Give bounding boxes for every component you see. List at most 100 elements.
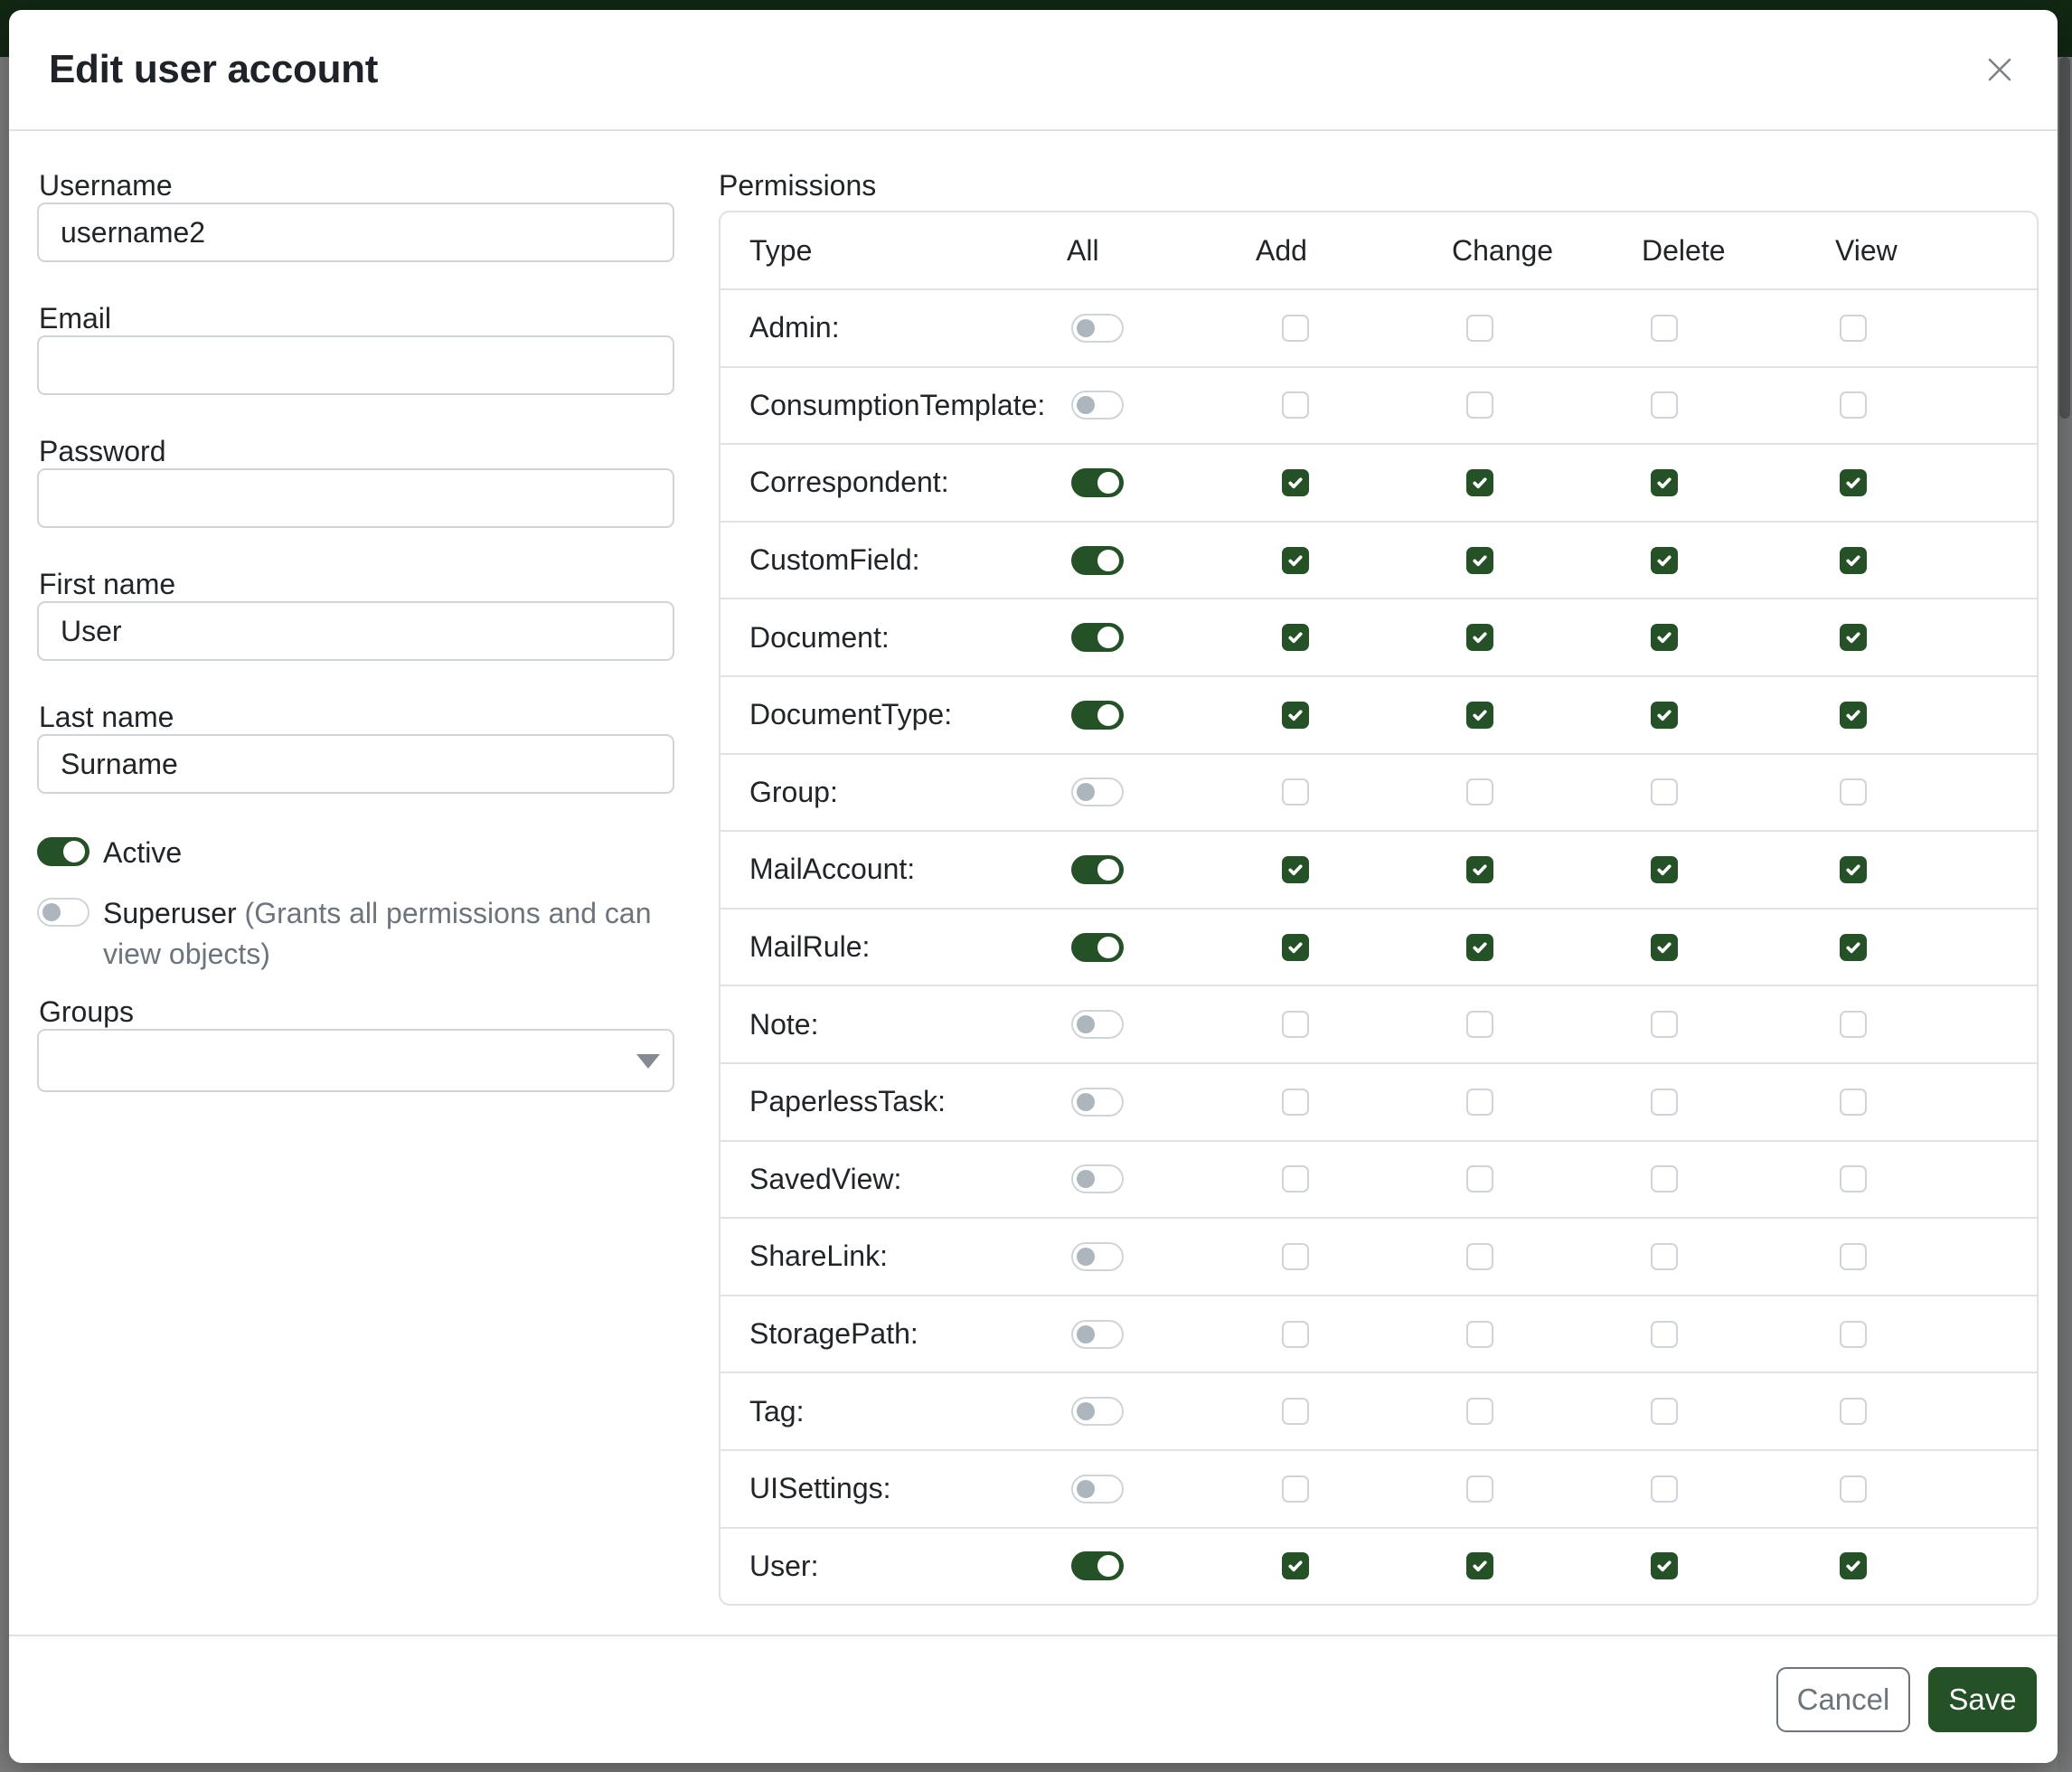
permission-delete-checkbox[interactable] xyxy=(1651,1398,1678,1425)
permission-all-toggle[interactable] xyxy=(1071,1088,1124,1117)
permission-change-checkbox[interactable] xyxy=(1466,778,1493,806)
permission-delete-checkbox[interactable] xyxy=(1651,391,1678,419)
permission-type-label: StoragePath: xyxy=(749,1317,918,1351)
permission-delete-checkbox[interactable] xyxy=(1651,1321,1678,1348)
permission-change-checkbox[interactable] xyxy=(1466,702,1493,729)
username-input[interactable] xyxy=(37,203,674,262)
permission-add-checkbox[interactable] xyxy=(1282,934,1309,961)
superuser-toggle[interactable] xyxy=(37,898,89,927)
permission-delete-checkbox[interactable] xyxy=(1651,1552,1678,1579)
permission-add-checkbox[interactable] xyxy=(1282,1011,1309,1038)
email-field-group: Email xyxy=(37,301,674,395)
permission-all-toggle[interactable] xyxy=(1071,314,1124,343)
permission-delete-checkbox[interactable] xyxy=(1651,1165,1678,1192)
permission-all-toggle[interactable] xyxy=(1071,468,1124,497)
permission-view-checkbox[interactable] xyxy=(1840,1552,1867,1579)
permission-delete-checkbox[interactable] xyxy=(1651,315,1678,342)
permission-change-checkbox[interactable] xyxy=(1466,1165,1493,1192)
permission-all-toggle[interactable] xyxy=(1071,391,1124,419)
permission-add-checkbox[interactable] xyxy=(1282,1552,1309,1579)
permission-all-toggle[interactable] xyxy=(1071,1551,1124,1580)
permission-change-checkbox[interactable] xyxy=(1466,1243,1493,1270)
permission-all-toggle[interactable] xyxy=(1071,1320,1124,1349)
permission-view-checkbox[interactable] xyxy=(1840,1475,1867,1503)
permission-delete-checkbox[interactable] xyxy=(1651,1089,1678,1116)
check-icon xyxy=(1844,861,1862,879)
first-name-input[interactable] xyxy=(37,601,674,661)
permission-change-checkbox[interactable] xyxy=(1466,1475,1493,1503)
permission-all-toggle[interactable] xyxy=(1071,1164,1124,1193)
permission-change-checkbox[interactable] xyxy=(1466,934,1493,961)
permission-add-checkbox[interactable] xyxy=(1282,1243,1309,1270)
permission-view-checkbox[interactable] xyxy=(1840,934,1867,961)
permission-view-checkbox[interactable] xyxy=(1840,624,1867,651)
permission-view-checkbox[interactable] xyxy=(1840,547,1867,574)
groups-select[interactable] xyxy=(37,1029,674,1092)
password-input[interactable] xyxy=(37,468,674,528)
permission-add-checkbox[interactable] xyxy=(1282,1398,1309,1425)
permission-change-checkbox[interactable] xyxy=(1466,1089,1493,1116)
permission-view-checkbox[interactable] xyxy=(1840,315,1867,342)
permission-change-checkbox[interactable] xyxy=(1466,1011,1493,1038)
permission-add-checkbox[interactable] xyxy=(1282,1089,1309,1116)
permission-change-checkbox[interactable] xyxy=(1466,469,1493,496)
permission-all-toggle[interactable] xyxy=(1071,546,1124,575)
permission-delete-checkbox[interactable] xyxy=(1651,1011,1678,1038)
permission-view-checkbox[interactable] xyxy=(1840,702,1867,729)
permission-add-checkbox[interactable] xyxy=(1282,1475,1309,1503)
email-input[interactable] xyxy=(37,335,674,395)
permission-delete-checkbox[interactable] xyxy=(1651,1475,1678,1503)
permission-add-checkbox[interactable] xyxy=(1282,624,1309,651)
permission-all-toggle[interactable] xyxy=(1071,778,1124,806)
permission-view-checkbox[interactable] xyxy=(1840,391,1867,419)
permission-view-checkbox[interactable] xyxy=(1840,1011,1867,1038)
permission-change-checkbox[interactable] xyxy=(1466,391,1493,419)
cancel-button[interactable]: Cancel xyxy=(1776,1667,1910,1732)
save-button[interactable]: Save xyxy=(1928,1667,2037,1732)
permission-delete-checkbox[interactable] xyxy=(1651,624,1678,651)
permission-change-checkbox[interactable] xyxy=(1466,856,1493,883)
permission-view-checkbox[interactable] xyxy=(1840,778,1867,806)
permission-add-checkbox[interactable] xyxy=(1282,315,1309,342)
permission-add-checkbox[interactable] xyxy=(1282,856,1309,883)
permission-add-checkbox[interactable] xyxy=(1282,1321,1309,1348)
permission-delete-checkbox[interactable] xyxy=(1651,1243,1678,1270)
permission-all-toggle[interactable] xyxy=(1071,933,1124,962)
permission-add-checkbox[interactable] xyxy=(1282,778,1309,806)
close-button[interactable] xyxy=(1974,44,2025,95)
permission-change-checkbox[interactable] xyxy=(1466,547,1493,574)
permission-change-checkbox[interactable] xyxy=(1466,624,1493,651)
permission-delete-checkbox[interactable] xyxy=(1651,778,1678,806)
permission-view-checkbox[interactable] xyxy=(1840,1165,1867,1192)
permission-add-checkbox[interactable] xyxy=(1282,391,1309,419)
permission-add-checkbox[interactable] xyxy=(1282,547,1309,574)
permission-all-toggle[interactable] xyxy=(1071,855,1124,884)
permission-delete-checkbox[interactable] xyxy=(1651,702,1678,729)
permission-all-toggle[interactable] xyxy=(1071,1397,1124,1426)
permission-add-checkbox[interactable] xyxy=(1282,1165,1309,1192)
permission-delete-checkbox[interactable] xyxy=(1651,934,1678,961)
permission-change-checkbox[interactable] xyxy=(1466,1321,1493,1348)
check-icon xyxy=(1844,1557,1862,1575)
permission-all-toggle[interactable] xyxy=(1071,1242,1124,1271)
permission-change-checkbox[interactable] xyxy=(1466,315,1493,342)
permission-change-checkbox[interactable] xyxy=(1466,1552,1493,1579)
permission-view-checkbox[interactable] xyxy=(1840,1398,1867,1425)
permission-view-checkbox[interactable] xyxy=(1840,469,1867,496)
permission-all-toggle[interactable] xyxy=(1071,623,1124,652)
permission-all-toggle[interactable] xyxy=(1071,701,1124,730)
permission-add-checkbox[interactable] xyxy=(1282,469,1309,496)
permission-view-checkbox[interactable] xyxy=(1840,1089,1867,1116)
permission-delete-checkbox[interactable] xyxy=(1651,469,1678,496)
last-name-input[interactable] xyxy=(37,734,674,794)
permission-view-checkbox[interactable] xyxy=(1840,1243,1867,1270)
permission-all-toggle[interactable] xyxy=(1071,1475,1124,1503)
permission-view-checkbox[interactable] xyxy=(1840,856,1867,883)
permission-delete-checkbox[interactable] xyxy=(1651,547,1678,574)
permission-view-checkbox[interactable] xyxy=(1840,1321,1867,1348)
active-toggle[interactable] xyxy=(37,837,89,866)
permission-all-toggle[interactable] xyxy=(1071,1010,1124,1039)
permission-change-checkbox[interactable] xyxy=(1466,1398,1493,1425)
permission-add-checkbox[interactable] xyxy=(1282,702,1309,729)
permission-delete-checkbox[interactable] xyxy=(1651,856,1678,883)
